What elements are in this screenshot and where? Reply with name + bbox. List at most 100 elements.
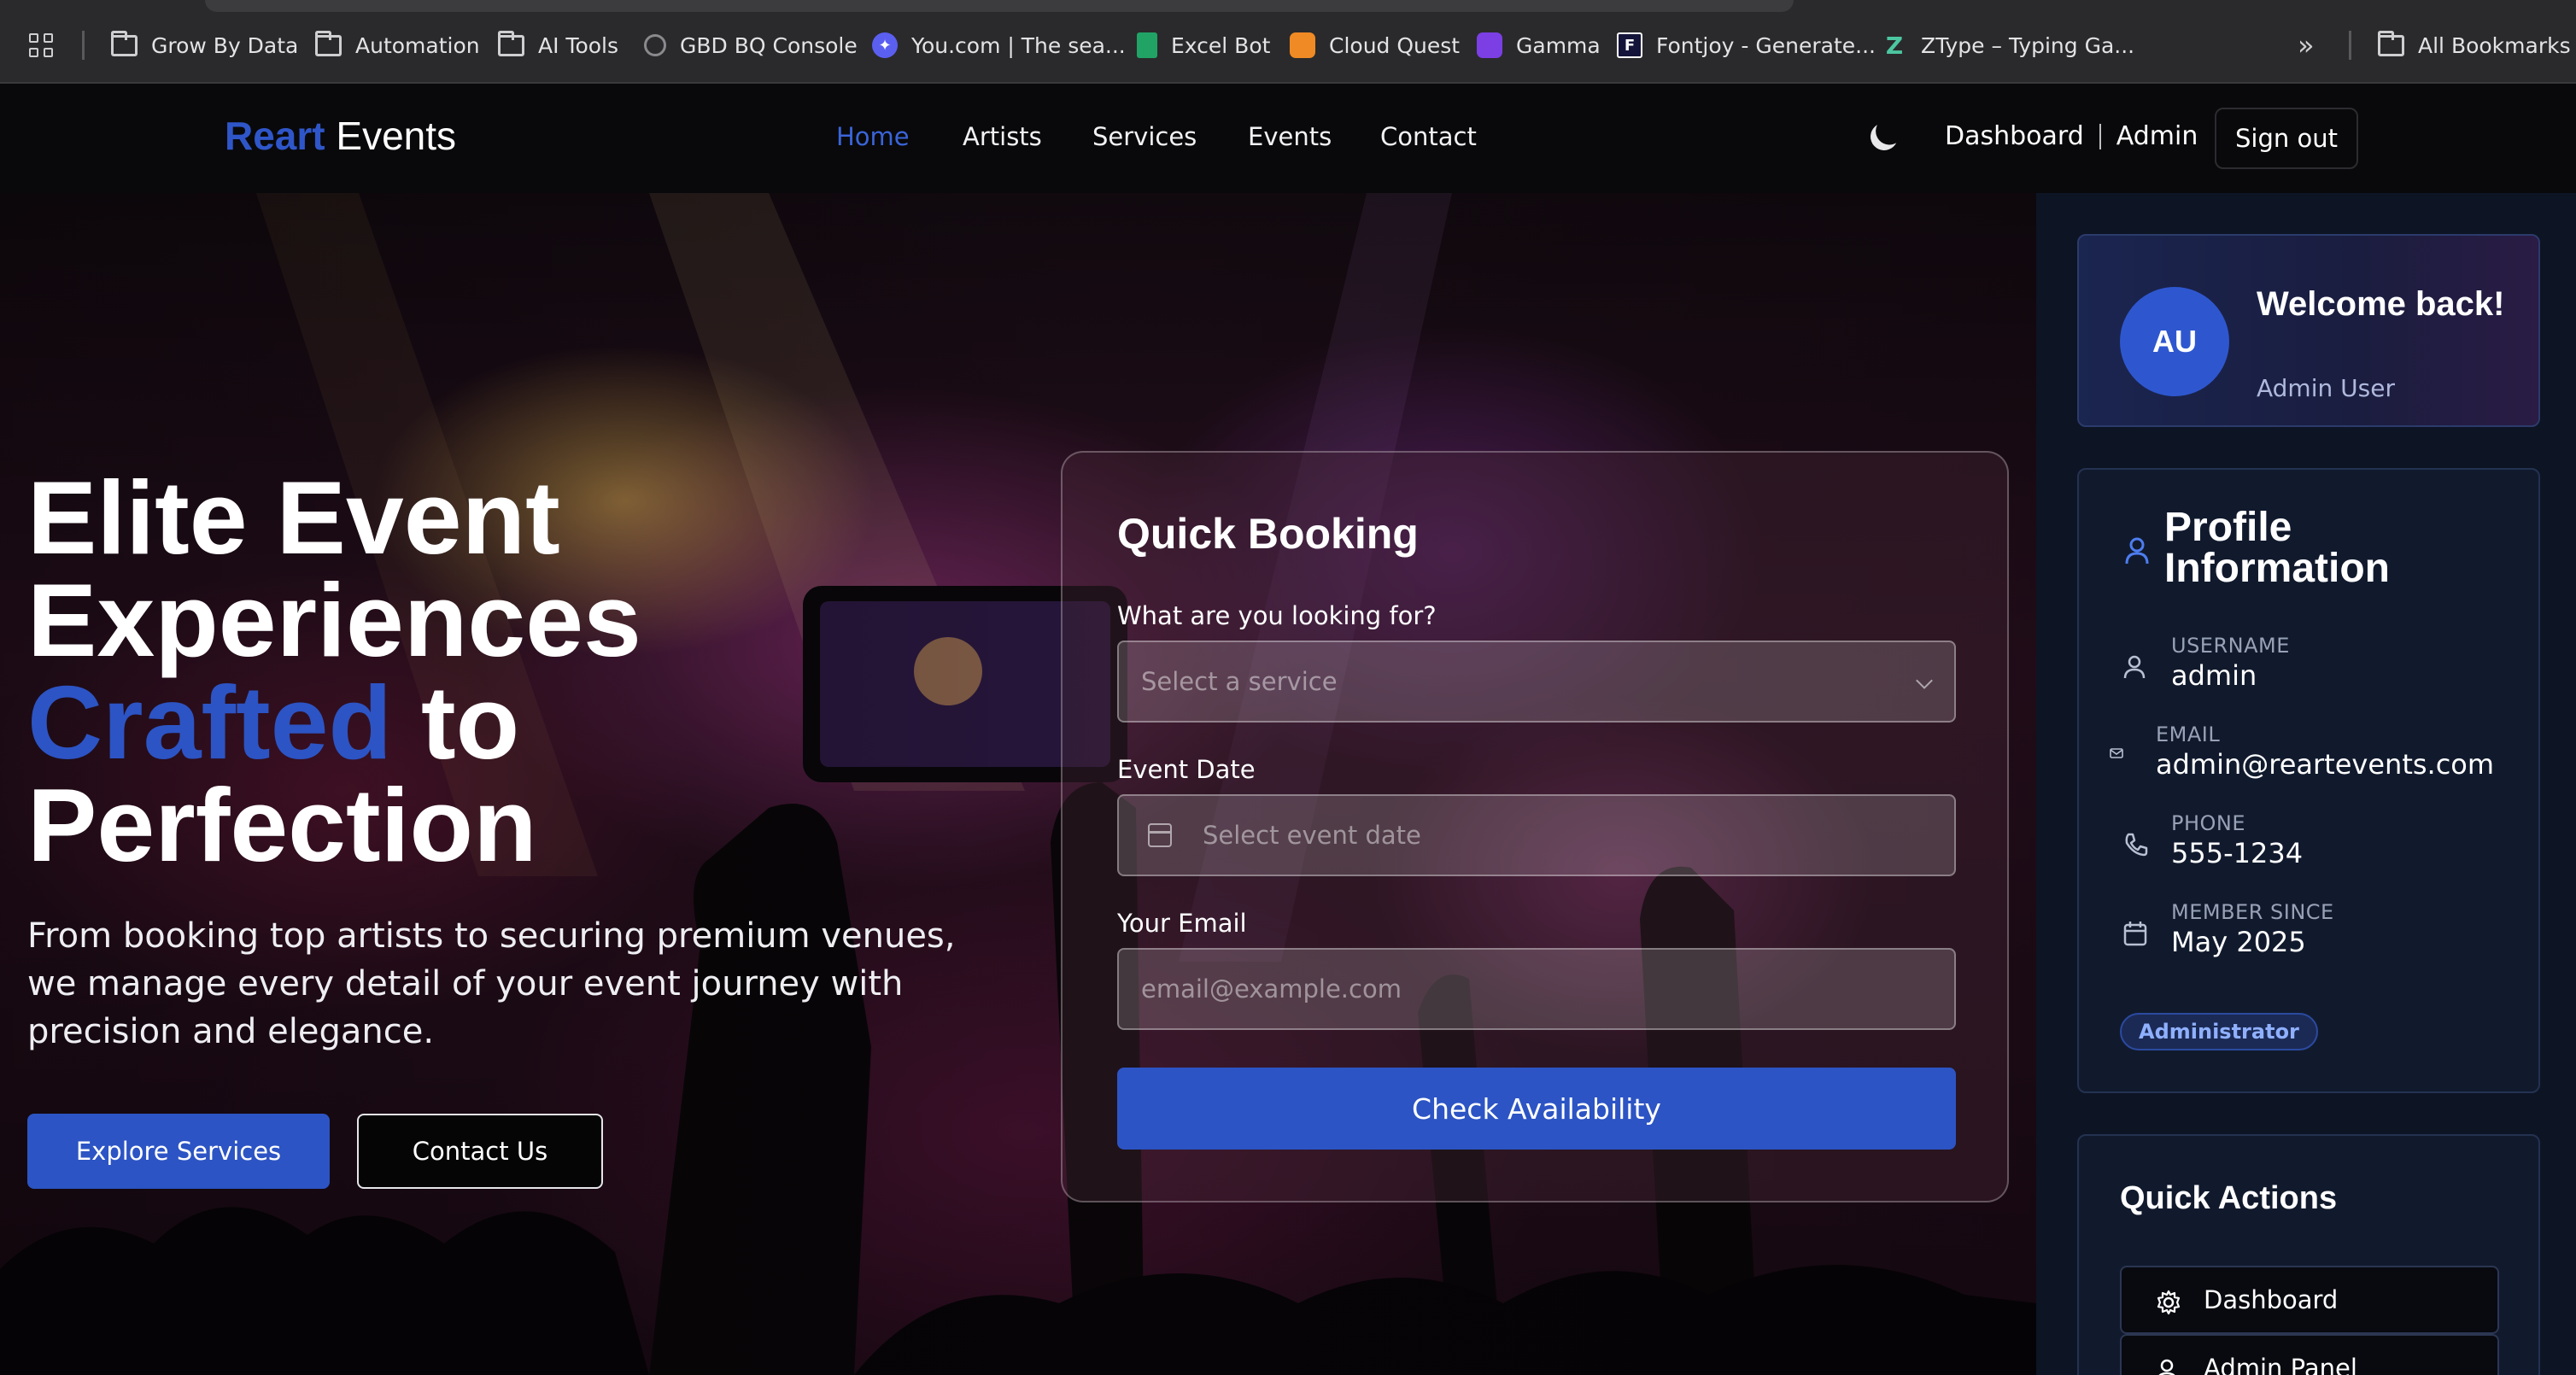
bookmark-label: Excel Bot — [1171, 32, 1271, 58]
hero-title-accent: Crafted — [27, 664, 393, 781]
nav-services[interactable]: Services — [1092, 122, 1197, 151]
bookmark-youcom[interactable]: ✦ You.com | The sea... — [872, 26, 1126, 65]
site-navbar: Reart Events Home Artists Services Event… — [0, 84, 2576, 193]
role-badge: Administrator — [2120, 1013, 2318, 1050]
bookmark-automation[interactable]: Automation — [315, 26, 480, 65]
email-label-profile: EMAIL — [2156, 723, 2221, 746]
hero-title: Elite Event Experiences Crafted to Perfe… — [27, 459, 881, 877]
brand-logo[interactable]: Reart Events — [225, 113, 456, 159]
email-value: admin@reartevents.com — [2156, 748, 2495, 781]
member-since-value: May 2025 — [2171, 926, 2306, 958]
profile-title: Profile Information — [2164, 505, 2390, 591]
sign-out-button[interactable]: Sign out — [2215, 108, 2358, 169]
apps-grid-icon[interactable] — [29, 33, 53, 57]
bookmark-label: Gamma — [1516, 32, 1601, 58]
nav-events[interactable]: Events — [1248, 122, 1332, 151]
bookmark-ztype[interactable]: Z ZType – Typing Ga... — [1882, 26, 2134, 65]
bookmark-gamma[interactable]: Gamma — [1477, 26, 1601, 65]
address-bar-edge — [205, 0, 1794, 12]
event-date-placeholder: Select event date — [1203, 821, 1421, 850]
bookmark-cloud-quest[interactable]: Cloud Quest — [1290, 26, 1460, 65]
ztype-icon: Z — [1885, 31, 1904, 60]
hero-title-line: Crafted to — [27, 670, 881, 775]
bookmark-ai-tools[interactable]: AI Tools — [498, 26, 618, 65]
hero-title-line: Experiences — [27, 562, 641, 678]
mail-icon — [2110, 748, 2123, 758]
username-value: admin — [2171, 659, 2257, 692]
contact-us-button[interactable]: Contact Us — [357, 1114, 603, 1189]
service-label: What are you looking for? — [1117, 601, 1437, 630]
quick-actions-title: Quick Actions — [2120, 1180, 2338, 1216]
quick-booking-title: Quick Booking — [1117, 510, 1419, 558]
quick-action-label: Dashboard — [2204, 1285, 2339, 1314]
gamma-icon — [1477, 32, 1502, 58]
bookmark-label: Cloud Quest — [1329, 32, 1461, 58]
sheet-icon — [1137, 32, 1157, 58]
folder-icon — [2378, 30, 2404, 56]
all-bookmarks[interactable]: All Bookmarks — [2378, 26, 2571, 65]
bookmark-label: Grow By Data — [151, 32, 299, 58]
folder-icon — [111, 30, 138, 56]
bookmarks-overflow-icon[interactable]: » — [2298, 29, 2315, 61]
quick-action-admin-panel[interactable]: Admin Panel — [2120, 1334, 2499, 1375]
service-placeholder: Select a service — [1141, 667, 1338, 696]
email-placeholder: email@example.com — [1141, 974, 1402, 1003]
brand-second: Events — [336, 114, 457, 158]
hero-section: Elite Event Experiences Crafted to Perfe… — [0, 193, 2036, 1375]
email-input[interactable]: email@example.com — [1117, 948, 1956, 1030]
email-label: Your Email — [1117, 909, 1247, 938]
quick-booking-card: Quick Booking What are you looking for? … — [1061, 451, 2009, 1202]
profile-card: Profile Information USERNAME admin EMAIL… — [2077, 468, 2540, 1093]
welcome-card: AU Welcome back! Admin User — [2077, 234, 2540, 427]
service-select[interactable]: Select a service — [1117, 641, 1956, 723]
bookmark-label: Automation — [355, 32, 480, 58]
folder-icon — [315, 30, 342, 56]
nav-dashboard[interactable]: Dashboard — [1945, 121, 2084, 151]
event-date-label: Event Date — [1117, 755, 1256, 784]
bookmark-label: Fontjoy - Generate... — [1656, 32, 1876, 58]
phone-icon — [2125, 833, 2148, 857]
quick-action-dashboard[interactable]: Dashboard — [2120, 1266, 2499, 1334]
nav-user-links: Dashboard Admin — [1945, 121, 2198, 151]
phone-label: PHONE — [2171, 811, 2246, 835]
bookmarks-separator — [2349, 31, 2351, 60]
hero-title-rest: to — [392, 664, 520, 781]
nav-admin[interactable]: Admin — [2116, 121, 2198, 151]
all-bookmarks-label: All Bookmarks — [2418, 32, 2571, 58]
bookmarks-separator — [82, 31, 85, 60]
calendar-icon — [1148, 823, 1172, 847]
youcom-icon: ✦ — [872, 32, 898, 58]
phone-value: 555-1234 — [2171, 837, 2304, 869]
avatar: AU — [2120, 287, 2229, 396]
event-date-input[interactable]: Select event date — [1117, 794, 1956, 876]
bookmark-label: You.com | The sea... — [911, 32, 1126, 58]
bookmark-label: AI Tools — [538, 32, 619, 58]
bookmark-fontjoy[interactable]: F Fontjoy - Generate... — [1617, 26, 1876, 65]
hero-title-line: Elite Event — [27, 459, 560, 576]
user-sidebar: AU Welcome back! Admin User Profile Info… — [2036, 193, 2576, 1375]
explore-services-button[interactable]: Explore Services — [27, 1114, 330, 1189]
nav-home[interactable]: Home — [836, 122, 910, 151]
hero-subtitle: From booking top artists to securing pre… — [27, 916, 956, 1051]
bookmark-grow-by-data[interactable]: Grow By Data — [111, 26, 298, 65]
folder-icon — [498, 30, 524, 56]
bigquery-icon — [644, 34, 666, 56]
fontjoy-icon: F — [1617, 32, 1642, 58]
quick-actions-card: Quick Actions Dashboard Admin Panel — [2077, 1134, 2540, 1375]
user-icon — [2125, 537, 2149, 565]
member-since-label: MEMBER SINCE — [2171, 900, 2334, 924]
bookmark-gbd-bq-console[interactable]: GBD BQ Console — [644, 26, 858, 65]
bookmarks-bar: Grow By Data Automation AI Tools GBD BQ … — [0, 0, 2576, 84]
bookmark-label: ZType – Typing Ga... — [1921, 32, 2135, 58]
check-availability-button[interactable]: Check Availability — [1117, 1068, 1956, 1150]
bookmark-label: GBD BQ Console — [680, 32, 858, 58]
chevron-down-icon — [1916, 672, 1933, 689]
nav-contact[interactable]: Contact — [1380, 122, 1477, 151]
cube-icon — [1290, 32, 1315, 58]
nav-artists[interactable]: Artists — [963, 122, 1042, 151]
bookmark-excel-bot[interactable]: Excel Bot — [1137, 26, 1270, 65]
welcome-user-name: Admin User — [2257, 374, 2395, 402]
user-icon — [2158, 1359, 2175, 1375]
user-icon — [2123, 655, 2146, 679]
theme-toggle-moon-icon[interactable] — [1866, 119, 1901, 154]
